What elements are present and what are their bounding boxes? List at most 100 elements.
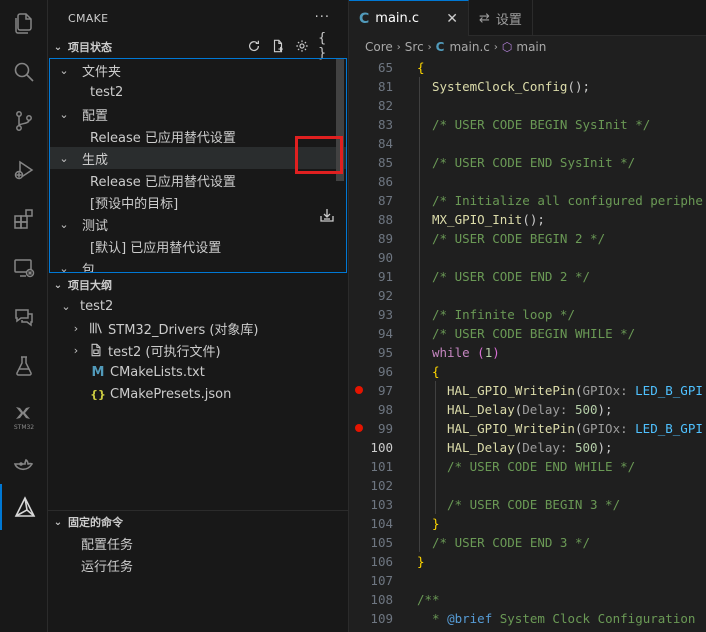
open-file-icon[interactable] [270,38,286,54]
code-line[interactable]: 65 { [349,58,706,77]
docker-icon[interactable] [0,441,48,487]
code-line[interactable]: 82 [349,96,706,115]
code-line[interactable]: 100 HAL_Delay(Delay: 500); [349,438,706,457]
close-icon[interactable]: ✕ [446,11,458,27]
code-line[interactable]: 94 /* USER CODE BEGIN WHILE */ [349,324,706,343]
tree-leaf-build-target[interactable]: [预设中的目标] [50,191,346,213]
outline-item-drivers[interactable]: › STM32_Drivers (对象库) [48,317,344,339]
breakpoint-icon[interactable] [355,424,363,432]
line-number[interactable]: 101 [349,459,393,474]
line-number[interactable]: 87 [349,193,393,208]
line-number[interactable]: 100 [349,440,393,455]
code-line[interactable]: 98 HAL_Delay(Delay: 500); [349,400,706,419]
code-line[interactable]: 102 [349,476,706,495]
code-line[interactable]: 97 HAL_GPIO_WritePin(GPIOx: LED_B_GPI [349,381,706,400]
explorer-icon[interactable] [0,0,48,46]
line-number[interactable]: 106 [349,554,393,569]
pinned-command-run[interactable]: 运行任务 [48,554,344,576]
section-project-status[interactable]: ⌄ 项目状态 { } [48,31,348,61]
line-number[interactable]: 107 [349,573,393,588]
section-project-outline[interactable]: ⌄ 项目大纲 [48,274,348,296]
tree-leaf-folder-test2[interactable]: test2 [50,81,346,103]
line-number[interactable]: 95 [349,345,393,360]
line-number[interactable]: 89 [349,231,393,246]
json-settings-icon[interactable]: { } [318,31,334,61]
code-line[interactable]: 93 /* Infinite loop */ [349,305,706,324]
line-number[interactable]: 109 [349,611,393,626]
outline-item-cmakelists[interactable]: M CMakeLists.txt [48,361,344,383]
line-number[interactable]: 85 [349,155,393,170]
code-line[interactable]: 92 [349,286,706,305]
tab-settings[interactable]: ⇄ 设置 [469,0,533,36]
line-number[interactable]: 83 [349,117,393,132]
outline-root-test2[interactable]: ⌄ test2 [48,295,344,317]
line-number[interactable]: 88 [349,212,393,227]
cmake-icon[interactable] [0,484,48,530]
line-number[interactable]: 96 [349,364,393,379]
line-number[interactable]: 84 [349,136,393,151]
code-line[interactable]: 101 /* USER CODE END WHILE */ [349,457,706,476]
line-number[interactable]: 102 [349,478,393,493]
tree-group-configure[interactable]: ⌄ 配置 [50,103,346,125]
gear-icon[interactable] [294,38,310,54]
code-line[interactable]: 106} [349,552,706,571]
breadcrumb-item[interactable]: main [516,40,546,54]
code-line[interactable]: 88 MX_GPIO_Init(); [349,210,706,229]
tree-group-package[interactable]: ⌄ 包 [50,257,346,273]
chat-icon[interactable] [0,294,48,340]
line-number[interactable]: 90 [349,250,393,265]
code-line[interactable]: 108 /** [349,590,706,609]
outline-item-presets[interactable]: {} CMakePresets.json [48,383,344,405]
search-icon[interactable] [0,49,48,95]
line-number[interactable]: 93 [349,307,393,322]
pinned-command-configure[interactable]: 配置任务 [48,532,344,554]
code-line[interactable]: 83 /* USER CODE BEGIN SysInit */ [349,115,706,134]
code-line[interactable]: 105 /* USER CODE END 3 */ [349,533,706,552]
run-debug-icon[interactable] [0,147,48,193]
more-actions-icon[interactable]: ··· [315,10,330,25]
breadcrumb-item[interactable]: main.c [449,40,489,54]
code-line[interactable]: 90 [349,248,706,267]
code-line[interactable]: 85 /* USER CODE END SysInit */ [349,153,706,172]
code-line[interactable]: 89 /* USER CODE BEGIN 2 */ [349,229,706,248]
testing-icon[interactable] [0,343,48,389]
line-number[interactable]: 65 [349,60,393,75]
code-line[interactable]: 104} [349,514,706,533]
code-line[interactable]: 107 [349,571,706,590]
build-icon[interactable] [317,205,337,225]
line-number[interactable]: 104 [349,516,393,531]
tree-group-test[interactable]: ⌄ 测试 [50,213,346,235]
line-number[interactable]: 98 [349,402,393,417]
code-line[interactable]: 95 while (1) [349,343,706,362]
line-number[interactable]: 86 [349,174,393,189]
breadcrumb-item[interactable]: Src [405,40,424,54]
tree-group-folder[interactable]: ⌄ 文件夹 [50,59,346,81]
extensions-icon[interactable] [0,196,48,242]
code-line[interactable]: 86 [349,172,706,191]
breakpoint-icon[interactable] [355,386,363,394]
line-number[interactable]: 108 [349,592,393,607]
line-number[interactable]: 92 [349,288,393,303]
tree-leaf-test-default[interactable]: [默认] 已应用替代设置 [50,235,346,257]
code-line[interactable]: 81 SystemClock_Config(); [349,77,706,96]
line-number[interactable]: 82 [349,98,393,113]
code-line[interactable]: 103 /* USER CODE BEGIN 3 */ [349,495,706,514]
tab-main-c[interactable]: C main.c ✕ [349,0,469,36]
code-line[interactable]: 109 * @brief System Clock Configuration [349,609,706,628]
line-number[interactable]: 103 [349,497,393,512]
refresh-icon[interactable] [246,38,262,54]
code-line[interactable]: 84 [349,134,706,153]
line-number[interactable]: 81 [349,79,393,94]
remote-explorer-icon[interactable] [0,245,48,291]
code-line[interactable]: 96 { [349,362,706,381]
code-line[interactable]: 87 /* Initialize all configured periphe [349,191,706,210]
line-number[interactable]: 105 [349,535,393,550]
outline-item-executable[interactable]: › test2 (可执行文件) [48,339,344,361]
stm32-icon[interactable]: STM32 [0,392,48,438]
code-line[interactable]: 91 /* USER CODE END 2 */ [349,267,706,286]
section-pinned-commands[interactable]: ⌄ 固定的命令 [48,511,348,533]
source-control-icon[interactable] [0,98,48,144]
line-number[interactable]: 94 [349,326,393,341]
line-number[interactable]: 91 [349,269,393,284]
code-line[interactable]: 99 HAL_GPIO_WritePin(GPIOx: LED_B_GPI [349,419,706,438]
